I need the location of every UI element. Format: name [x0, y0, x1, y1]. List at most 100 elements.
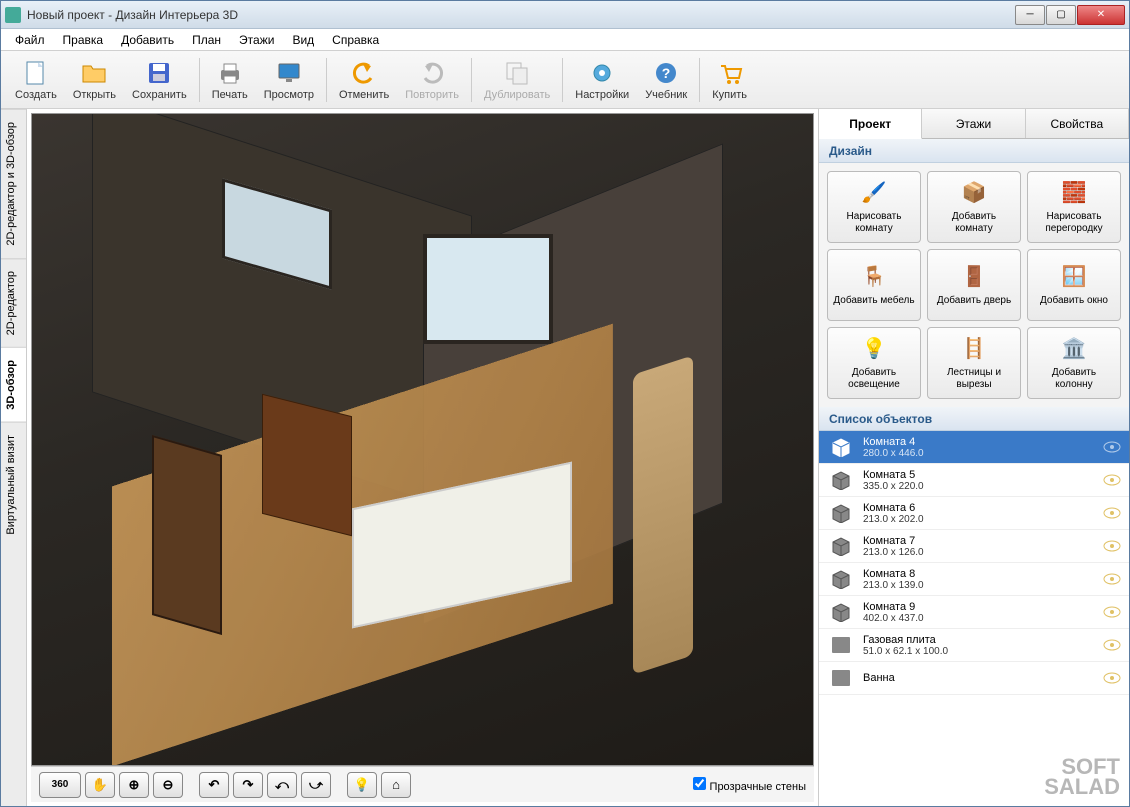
home-button[interactable]: ⌂	[381, 772, 411, 798]
brush-icon: 🖌️	[860, 179, 888, 207]
duplicate-icon	[503, 59, 531, 87]
column-icon: 🏛️	[1060, 335, 1088, 363]
objects-section-title: Список объектов	[819, 407, 1129, 431]
tab-properties[interactable]: Свойства	[1026, 109, 1129, 138]
open-button[interactable]: Открыть	[65, 54, 124, 106]
visibility-icon[interactable]	[1103, 573, 1121, 585]
add-column-button[interactable]: 🏛️Добавить колонну	[1027, 327, 1121, 399]
object-name: Комната 6	[863, 502, 1103, 514]
zoom-out-button[interactable]: ⊖	[153, 772, 183, 798]
tilt-up-button[interactable]: ⤺	[267, 772, 297, 798]
buy-button[interactable]: Купить	[704, 54, 755, 106]
render-shelf	[633, 355, 693, 674]
add-furniture-button[interactable]: 🪑Добавить мебель	[827, 249, 921, 321]
box-icon	[827, 633, 855, 657]
main-area: 2D-редактор и 3D-обзор 2D-редактор 3D-об…	[1, 109, 1129, 806]
zoom-in-button[interactable]: ⊕	[119, 772, 149, 798]
window-controls: ─ ▢ ✕	[1015, 5, 1125, 25]
object-dimensions: 213.0 x 126.0	[863, 547, 1103, 558]
object-name: Комната 9	[863, 601, 1103, 613]
object-list-item[interactable]: Комната 4280.0 x 446.0	[819, 431, 1129, 464]
add-door-button[interactable]: 🚪Добавить дверь	[927, 249, 1021, 321]
monitor-icon	[275, 59, 303, 87]
app-window: Новый проект - Дизайн Интерьера 3D ─ ▢ ✕…	[0, 0, 1130, 807]
draw-partition-button[interactable]: 🧱Нарисовать перегородку	[1027, 171, 1121, 243]
menu-add[interactable]: Добавить	[113, 31, 182, 49]
redo-icon	[418, 59, 446, 87]
3d-canvas[interactable]	[31, 113, 814, 766]
object-list-item[interactable]: Комната 9402.0 x 437.0	[819, 596, 1129, 629]
duplicate-button[interactable]: Дублировать	[476, 54, 558, 106]
object-list[interactable]: Комната 4280.0 x 446.0Комната 5335.0 x 2…	[819, 431, 1129, 806]
light-button[interactable]: 💡	[347, 772, 377, 798]
window-icon: 🪟	[1060, 263, 1088, 291]
object-list-item[interactable]: Комната 8213.0 x 139.0	[819, 563, 1129, 596]
object-name: Ванна	[863, 672, 1103, 684]
menu-file[interactable]: Файл	[7, 31, 53, 49]
object-list-item[interactable]: Комната 6213.0 x 202.0	[819, 497, 1129, 530]
tutorial-button[interactable]: ?Учебник	[637, 54, 695, 106]
menu-floors[interactable]: Этажи	[231, 31, 282, 49]
floppy-icon	[145, 59, 173, 87]
add-room-button[interactable]: 📦Добавить комнату	[927, 171, 1021, 243]
view-360-button[interactable]: 360	[39, 772, 81, 798]
create-button[interactable]: Создать	[7, 54, 65, 106]
redo-button[interactable]: Повторить	[397, 54, 467, 106]
rotate-right-button[interactable]: ↷	[233, 772, 263, 798]
help-icon: ?	[652, 59, 680, 87]
view-toolbar: 360 ✋ ⊕ ⊖ ↶ ↷ ⤺ ⤻ 💡 ⌂ Прозрачные стены	[31, 766, 814, 802]
transparent-walls-check[interactable]: Прозрачные стены	[693, 777, 806, 793]
menu-view[interactable]: Вид	[284, 31, 322, 49]
box-icon	[827, 666, 855, 690]
add-box-icon: 📦	[960, 179, 988, 207]
maximize-button[interactable]: ▢	[1046, 5, 1076, 25]
print-button[interactable]: Печать	[204, 54, 256, 106]
close-button[interactable]: ✕	[1077, 5, 1125, 25]
object-dimensions: 335.0 x 220.0	[863, 481, 1103, 492]
visibility-icon[interactable]	[1103, 606, 1121, 618]
settings-button[interactable]: Настройки	[567, 54, 637, 106]
add-lighting-button[interactable]: 💡Добавить освещение	[827, 327, 921, 399]
visibility-icon[interactable]	[1103, 639, 1121, 651]
visibility-icon[interactable]	[1103, 474, 1121, 486]
menu-edit[interactable]: Правка	[55, 31, 112, 49]
visibility-icon[interactable]	[1103, 441, 1121, 453]
window-title: Новый проект - Дизайн Интерьера 3D	[27, 8, 1015, 22]
object-dimensions: 51.0 x 62.1 x 100.0	[863, 646, 1103, 657]
pan-button[interactable]: ✋	[85, 772, 115, 798]
minimize-button[interactable]: ─	[1015, 5, 1045, 25]
object-list-item[interactable]: Газовая плита51.0 x 62.1 x 100.0	[819, 629, 1129, 662]
object-list-item[interactable]: Комната 7213.0 x 126.0	[819, 530, 1129, 563]
app-icon	[5, 7, 21, 23]
object-name: Комната 5	[863, 469, 1103, 481]
object-dimensions: 280.0 x 446.0	[863, 448, 1103, 459]
visibility-icon[interactable]	[1103, 507, 1121, 519]
stairs-icon: 🪜	[960, 335, 988, 363]
side-tab-virtual[interactable]: Виртуальный визит	[1, 422, 26, 547]
box-icon	[827, 435, 855, 459]
visibility-icon[interactable]	[1103, 672, 1121, 684]
rotate-left-button[interactable]: ↶	[199, 772, 229, 798]
object-list-item[interactable]: Ванна	[819, 662, 1129, 695]
tab-floors[interactable]: Этажи	[922, 109, 1025, 138]
design-grid: 🖌️Нарисовать комнату 📦Добавить комнату 🧱…	[819, 163, 1129, 407]
visibility-icon[interactable]	[1103, 540, 1121, 552]
add-window-button[interactable]: 🪟Добавить окно	[1027, 249, 1121, 321]
stairs-button[interactable]: 🪜Лестницы и вырезы	[927, 327, 1021, 399]
menu-help[interactable]: Справка	[324, 31, 387, 49]
save-button[interactable]: Сохранить	[124, 54, 195, 106]
render-dresser	[262, 394, 352, 536]
undo-button[interactable]: Отменить	[331, 54, 397, 106]
folder-icon	[80, 59, 108, 87]
side-tabs: 2D-редактор и 3D-обзор 2D-редактор 3D-об…	[1, 109, 27, 806]
tilt-down-button[interactable]: ⤻	[301, 772, 331, 798]
draw-room-button[interactable]: 🖌️Нарисовать комнату	[827, 171, 921, 243]
menu-plan[interactable]: План	[184, 31, 229, 49]
preview-button[interactable]: Просмотр	[256, 54, 322, 106]
side-tab-2d[interactable]: 2D-редактор	[1, 258, 26, 347]
object-list-item[interactable]: Комната 5335.0 x 220.0	[819, 464, 1129, 497]
side-tab-2d3d[interactable]: 2D-редактор и 3D-обзор	[1, 109, 26, 258]
box-icon	[827, 501, 855, 525]
tab-project[interactable]: Проект	[819, 109, 922, 139]
side-tab-3d[interactable]: 3D-обзор	[1, 347, 26, 422]
